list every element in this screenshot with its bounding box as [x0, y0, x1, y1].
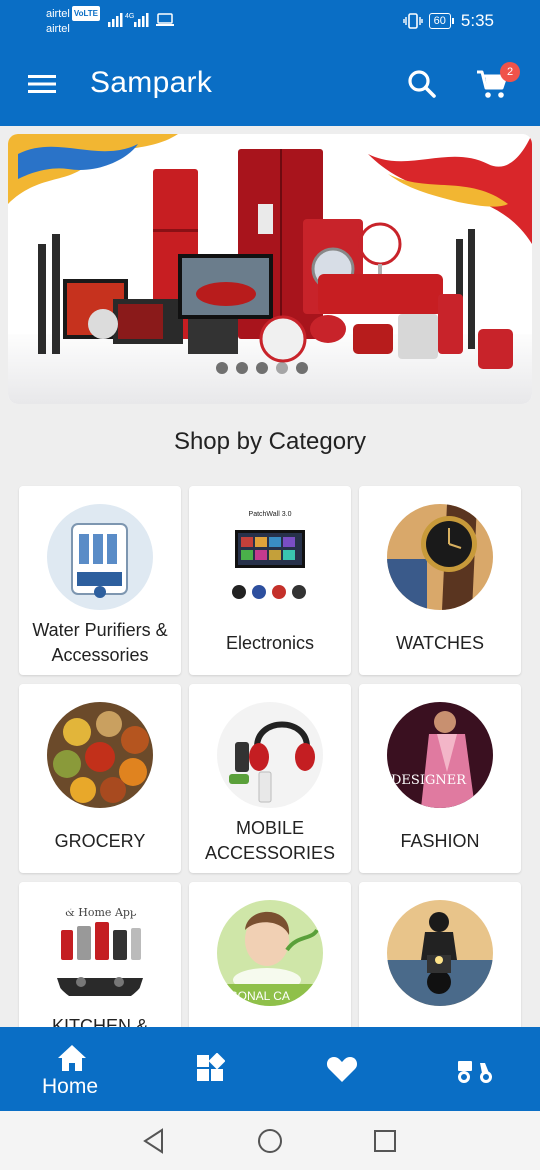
nav-delivery[interactable] [440, 1027, 510, 1111]
recents-icon[interactable] [373, 1129, 397, 1153]
section-title: Shop by Category [173, 428, 367, 455]
carrier-name: airtel [46, 8, 70, 20]
category-label: WATCHES [396, 632, 484, 653]
cart-button[interactable]: 2 [474, 62, 520, 102]
kitchen-image-text: & Home App [65, 906, 137, 919]
app-bar: Sampark 2 [0, 42, 540, 126]
carousel-dot[interactable] [296, 362, 308, 374]
home-icon [58, 1045, 86, 1071]
category-label: Electronics [225, 632, 315, 653]
carrier-name-secondary: airtel [46, 23, 70, 35]
category-label: MOBILE ACCESSORIES [204, 818, 336, 863]
cart-count-badge: 2 [500, 62, 520, 82]
tv-image-title: PatchWall 3.0 [249, 511, 292, 518]
category-card-electronics[interactable]: PatchWall 3.0 Electronics [189, 486, 351, 675]
motorcycle-image [387, 900, 493, 1006]
spices-image [47, 702, 153, 808]
headphones-image [217, 702, 323, 808]
carousel-dot[interactable] [216, 362, 228, 374]
system-navigation-bar [0, 1111, 540, 1170]
category-label: FASHION [400, 830, 480, 851]
carousel-dot-active[interactable] [276, 362, 288, 374]
carousel-dots [216, 362, 308, 374]
volte-badge: VoLTE [71, 6, 100, 21]
status-bar: airtel VoLTE airtel 4G 60 5:35 [0, 0, 540, 42]
bottom-navigation: Home [0, 1027, 540, 1111]
delivery-scooter-icon [458, 1061, 492, 1083]
kitchen-appliances-image: & Home App [47, 900, 153, 1006]
category-card-watches[interactable]: WATCHES [359, 486, 521, 675]
promo-banner[interactable] [8, 134, 532, 404]
fashion-image-text: DESIGNER [391, 773, 467, 788]
saree-image: DESIGNER [387, 702, 493, 808]
carousel-dot[interactable] [236, 362, 248, 374]
signal-icon: 4G [108, 13, 174, 27]
clock: 5:35 [460, 11, 494, 30]
nav-categories[interactable] [175, 1027, 245, 1111]
nav-home-label: Home [42, 1075, 99, 1098]
categories-icon [197, 1053, 225, 1081]
vibrate-icon [402, 13, 423, 29]
category-card-fashion[interactable]: DESIGNER FASHION [359, 684, 521, 873]
heart-icon [326, 1057, 358, 1082]
nav-home[interactable]: Home [20, 1027, 130, 1111]
health-image-text: RSONAL CA [221, 989, 290, 1003]
watch-image [387, 504, 493, 610]
category-card-grocery[interactable]: GROCERY [19, 684, 181, 873]
tv-image: PatchWall 3.0 [217, 504, 323, 610]
category-card-water-purifiers[interactable]: Water Purifiers & Accessories [19, 486, 181, 675]
network-type: 4G [125, 13, 134, 20]
back-icon[interactable] [142, 1128, 166, 1154]
home-circle-icon[interactable] [257, 1128, 283, 1154]
search-icon[interactable] [404, 66, 440, 102]
carousel-dot[interactable] [256, 362, 268, 374]
category-label: GROCERY [54, 830, 146, 851]
water-purifier-image [47, 504, 153, 610]
nav-wishlist[interactable] [306, 1027, 376, 1111]
category-label: Water Purifiers & Accessories [32, 620, 168, 665]
category-card-mobile-accessories[interactable]: MOBILE ACCESSORIES [189, 684, 351, 873]
menu-icon[interactable] [26, 70, 58, 98]
carrier-info: airtel VoLTE airtel [46, 6, 100, 37]
battery-indicator: 60 [428, 13, 455, 29]
app-title: Sampark [90, 66, 213, 99]
personal-care-image: RSONAL CA [217, 900, 323, 1006]
